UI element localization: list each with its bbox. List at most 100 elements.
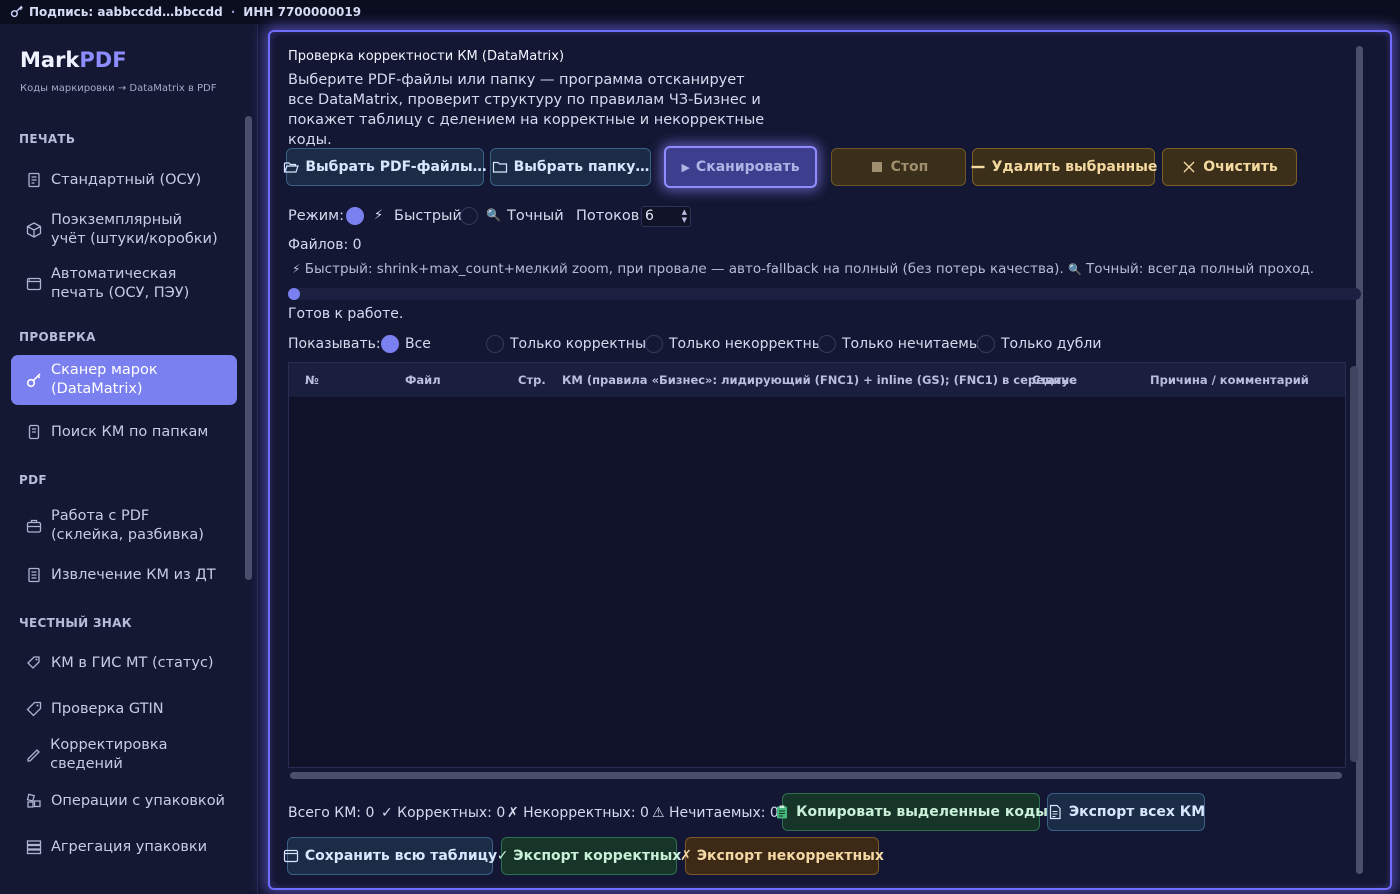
key-icon [23, 371, 45, 389]
sidebar-item-gtin[interactable]: Проверка GTIN [11, 695, 237, 723]
mode-fast-radio[interactable] [346, 207, 364, 225]
incorrect-count: ✗ Некорректных: 0 [507, 805, 649, 821]
sidebar-item-label: Поэкземплярный учёт (штуки/коробки) [51, 212, 218, 247]
section-print: ПЕЧАТЬ [19, 132, 76, 146]
column-km[interactable]: КМ (правила «Бизнес»: лидирующий (FNC1) … [562, 373, 1077, 387]
scan-button[interactable]: ▶ Сканировать [664, 146, 817, 188]
sidebar-item-pdf-tools[interactable]: Работа с PDF (склейка, разбивка) [11, 506, 237, 546]
spin-arrows-icon[interactable]: ▲ ▼ [682, 208, 687, 224]
sidebar-item-label: Агрегация упаковки [51, 838, 208, 855]
hint-fast-text: Быстрый: shrink+max_count+мелкий zoom, п… [304, 261, 1064, 277]
hint-precise-text: Точный: всегда полный проход. [1086, 261, 1315, 277]
sidebar-item-standard[interactable]: Стандартный (ОСУ) [11, 166, 237, 194]
sidebar-item-label: Сканер марок (DataMatrix) [51, 362, 158, 397]
sidebar-item-correction[interactable]: Корректировка сведений [11, 737, 237, 772]
filter-all-radio[interactable] [381, 335, 399, 353]
clear-label: Очистить [1203, 159, 1278, 175]
export-correct-label: ✓ Экспорт корректных [496, 848, 682, 864]
folder-icon [492, 159, 508, 175]
save-table-button[interactable]: Сохранить всю таблицу [283, 837, 497, 875]
logo-main: Mark [20, 48, 80, 72]
column-file[interactable]: Файл [405, 373, 441, 387]
table-horizontal-scrollbar[interactable] [290, 772, 1342, 779]
column-page[interactable]: Стр. [518, 373, 546, 387]
export-incorrect-label: ✗ Экспорт некорректных [680, 848, 884, 864]
filter-unreadable-radio[interactable] [818, 335, 836, 353]
document-icon [1047, 804, 1063, 820]
section-cz: ЧЕСТНЫЙ ЗНАК [19, 616, 132, 630]
sidebar-item-label: КМ в ГИС МТ (статус) [51, 654, 214, 671]
filter-incorrect-label[interactable]: Только некорректные [669, 336, 831, 352]
mode-label: Режим: [288, 208, 344, 224]
filter-label: Показывать: [288, 336, 381, 352]
table-header: № Файл Стр. КМ (правила «Бизнес»: лидиру… [289, 363, 1345, 397]
play-icon: ▶ [681, 160, 690, 174]
document-list-icon [23, 566, 45, 584]
copy-selected-button[interactable]: Копировать выделенные коды [777, 793, 1048, 831]
mode-precise-radio[interactable] [460, 207, 478, 225]
tags-icon [23, 654, 45, 672]
scan-progress-bar [288, 288, 1361, 300]
sidebar-item-scanner[interactable]: Сканер марок (DataMatrix) [11, 355, 237, 405]
briefcase-icon [23, 517, 45, 535]
stop-button[interactable]: Стоп [831, 148, 966, 186]
minus-icon [970, 159, 986, 175]
mode-fast-label[interactable]: Быстрый [394, 208, 462, 224]
clear-button[interactable]: Очистить [1162, 148, 1297, 186]
sidebar-scrollbar[interactable] [245, 116, 252, 580]
separator: · [230, 5, 236, 19]
window-icon [23, 275, 45, 293]
choose-folder-button[interactable]: Выбрать папку… [490, 148, 651, 186]
results-table[interactable]: № Файл Стр. КМ (правила «Бизнес»: лидиру… [288, 362, 1346, 768]
filter-all-label[interactable]: Все [405, 336, 431, 352]
filter-correct-radio[interactable] [486, 335, 504, 353]
threads-spinbox[interactable]: 6 ▲ ▼ [641, 206, 691, 227]
sidebar-item-label: Работа с PDF (склейка, разбивка) [51, 508, 204, 543]
export-all-button[interactable]: Экспорт всех КМ [1047, 793, 1205, 831]
delete-selected-label: Удалить выбранные [991, 159, 1158, 175]
inn-text: ИНН 7700000019 [243, 5, 362, 19]
delete-selected-button[interactable]: Удалить выбранные [970, 148, 1158, 186]
app-logo: MarkPDF [20, 48, 127, 72]
sidebar-item-folder-search[interactable]: Поиск КМ по папкам [11, 418, 237, 446]
section-check: ПРОВЕРКА [19, 330, 96, 344]
sidebar-item-gis-mt[interactable]: КМ в ГИС МТ (статус) [11, 649, 237, 677]
sidebar-item-label: Стандартный (ОСУ) [51, 171, 202, 188]
threads-value: 6 [645, 208, 654, 224]
filter-duplicates-label[interactable]: Только дубли [1001, 336, 1101, 352]
status-text: Готов к работе. [288, 306, 404, 322]
filter-incorrect-radio[interactable] [645, 335, 663, 353]
column-status[interactable]: Статус [1032, 373, 1076, 387]
sidebar-item-extract-dt[interactable]: Извлечение КМ из ДТ [11, 561, 237, 589]
choose-files-button[interactable]: Выбрать PDF-файлы… [284, 148, 487, 186]
window-icon [283, 848, 299, 864]
sidebar-item-aggregation[interactable]: Агрегация упаковки [11, 833, 237, 861]
filter-unreadable-label[interactable]: Только нечитаемые [842, 336, 989, 352]
choose-files-label: Выбрать PDF-файлы… [305, 159, 487, 175]
export-all-label: Экспорт всех КМ [1068, 804, 1206, 820]
app-subtitle: Коды маркировки → DataMatrix в PDF [20, 83, 217, 94]
mode-precise-label[interactable]: Точный [507, 208, 564, 224]
unreadable-count: ⚠ Нечитаемых: 0 [652, 805, 779, 821]
table-vertical-scrollbar[interactable] [1350, 366, 1358, 762]
sidebar-item-per-item[interactable]: Поэкземплярный учёт (штуки/коробки) [11, 210, 237, 250]
page-title: Проверка корректности КМ (DataMatrix) [288, 49, 565, 64]
stack-icon [23, 838, 45, 856]
column-number[interactable]: № [305, 373, 319, 387]
sidebar-item-packaging[interactable]: Операции с упаковкой [11, 787, 237, 815]
lightning-icon: ⚡ [292, 262, 301, 276]
export-correct-button[interactable]: ✓ Экспорт корректных [497, 837, 681, 875]
filter-duplicates-radio[interactable] [977, 335, 995, 353]
copy-selected-label: Копировать выделенные коды [796, 804, 1048, 820]
folder-search-icon [23, 423, 45, 441]
document-icon [23, 171, 45, 189]
filter-correct-label[interactable]: Только корректные [510, 336, 655, 352]
column-reason[interactable]: Причина / комментарий [1150, 373, 1309, 387]
section-pdf: PDF [19, 473, 47, 487]
cube-icon [23, 221, 45, 239]
clipboard-icon [774, 804, 790, 820]
files-count: Файлов: 0 [288, 237, 362, 253]
sidebar-item-autoprint[interactable]: Автоматическая печать (ОСУ, ПЭУ) [11, 264, 237, 304]
export-incorrect-button[interactable]: ✗ Экспорт некорректных [680, 837, 884, 875]
threads-label: Потоков: [576, 208, 645, 224]
